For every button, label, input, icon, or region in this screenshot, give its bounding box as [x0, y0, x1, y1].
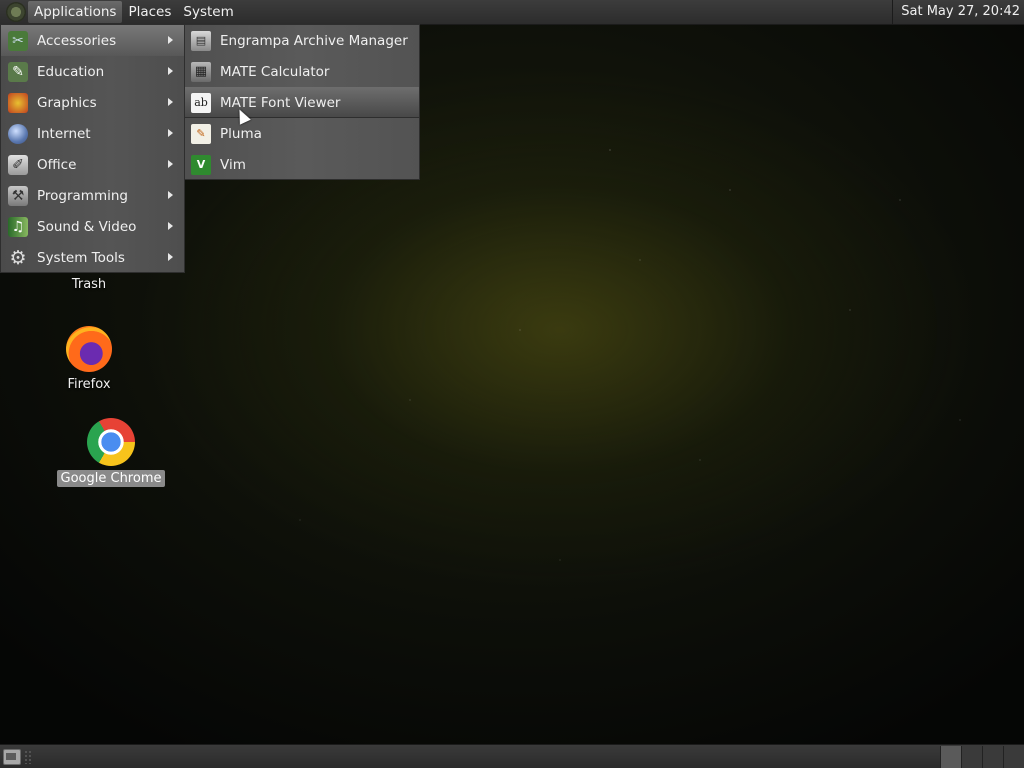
top-panel: Applications Places System Sat May 27, 2…	[0, 0, 1024, 25]
submenu-arrow-icon	[168, 129, 173, 137]
menu-item-vim[interactable]: V Vim	[185, 149, 419, 180]
menu-item-education[interactable]: ✎ Education	[1, 56, 184, 87]
accessories-submenu: ▤ Engrampa Archive Manager ▦ MATE Calcul…	[184, 24, 420, 180]
education-icon: ✎	[8, 61, 28, 82]
menu-item-label: Vim	[220, 156, 246, 173]
menu-item-label: Pluma	[220, 125, 262, 142]
calculator-icon: ▦	[191, 61, 211, 82]
submenu-arrow-icon	[168, 160, 173, 168]
vim-icon: V	[191, 154, 211, 175]
menu-item-calculator[interactable]: ▦ MATE Calculator	[185, 56, 419, 87]
submenu-arrow-icon	[168, 67, 173, 75]
menu-item-label: Internet	[37, 125, 91, 142]
menu-item-programming[interactable]: ⚒ Programming	[1, 180, 184, 211]
internet-icon	[8, 123, 28, 144]
menu-item-sound-video[interactable]: ♫ Sound & Video	[1, 211, 184, 242]
trash-desktop-icon[interactable]: Trash	[34, 276, 144, 293]
menu-item-system-tools[interactable]: ⚙ System Tools	[1, 242, 184, 273]
applications-menu-button[interactable]: Applications	[28, 1, 123, 23]
menu-item-label: System Tools	[37, 249, 125, 266]
menu-item-office[interactable]: ✐ Office	[1, 149, 184, 180]
sound-video-icon: ♫	[8, 216, 28, 237]
applications-menu: ✂ Accessories ✎ Education Graphics Inter…	[0, 24, 185, 273]
archive-manager-icon: ▤	[191, 30, 211, 51]
menu-item-font-viewer[interactable]: ab MATE Font Viewer	[185, 87, 419, 118]
chrome-icon	[87, 418, 135, 466]
menu-item-label: MATE Calculator	[220, 63, 330, 80]
workspace-2[interactable]	[961, 746, 982, 768]
bottom-panel	[0, 744, 1024, 768]
text-editor-icon: ✎	[191, 123, 211, 144]
places-menu-button[interactable]: Places	[122, 1, 177, 23]
programming-icon: ⚒	[8, 185, 28, 206]
menu-item-label: Office	[37, 156, 77, 173]
trash-label: Trash	[71, 277, 107, 292]
mate-logo-icon[interactable]	[6, 2, 26, 22]
workspace-4[interactable]	[1003, 746, 1024, 768]
firefox-desktop-icon[interactable]: Firefox	[34, 326, 144, 393]
clock[interactable]: Sat May 27, 20:42	[892, 0, 1024, 24]
menu-item-label: Programming	[37, 187, 128, 204]
menu-item-engrampa[interactable]: ▤ Engrampa Archive Manager	[185, 25, 419, 56]
menu-item-pluma[interactable]: ✎ Pluma	[185, 118, 419, 149]
menu-item-internet[interactable]: Internet	[1, 118, 184, 149]
menu-item-label: Accessories	[37, 32, 117, 49]
graphics-icon	[8, 92, 28, 113]
font-viewer-icon: ab	[191, 92, 211, 113]
show-desktop-icon[interactable]	[3, 749, 21, 765]
submenu-arrow-icon	[168, 36, 173, 44]
submenu-arrow-icon	[168, 253, 173, 261]
submenu-arrow-icon	[168, 222, 173, 230]
workspace-1[interactable]	[940, 746, 961, 768]
menu-item-label: Engrampa Archive Manager	[220, 32, 408, 49]
accessories-icon: ✂	[8, 30, 28, 51]
menu-item-accessories[interactable]: ✂ Accessories	[1, 25, 184, 56]
workspace-3[interactable]	[982, 746, 1003, 768]
firefox-label: Firefox	[67, 377, 111, 392]
system-menu-button[interactable]: System	[177, 1, 239, 23]
workspace-switcher	[940, 745, 1024, 768]
office-icon: ✐	[8, 154, 28, 175]
menu-item-label: Education	[37, 63, 105, 80]
menu-item-label: MATE Font Viewer	[220, 94, 341, 111]
chrome-label: Google Chrome	[56, 470, 166, 487]
firefox-icon	[66, 326, 112, 372]
panel-handle-icon[interactable]	[24, 750, 32, 764]
submenu-arrow-icon	[168, 98, 173, 106]
menu-item-graphics[interactable]: Graphics	[1, 87, 184, 118]
menu-item-label: Graphics	[37, 94, 97, 111]
menu-item-label: Sound & Video	[37, 218, 137, 235]
submenu-arrow-icon	[168, 191, 173, 199]
chrome-desktop-icon[interactable]: Google Chrome	[56, 418, 166, 487]
system-tools-icon: ⚙	[9, 246, 27, 269]
